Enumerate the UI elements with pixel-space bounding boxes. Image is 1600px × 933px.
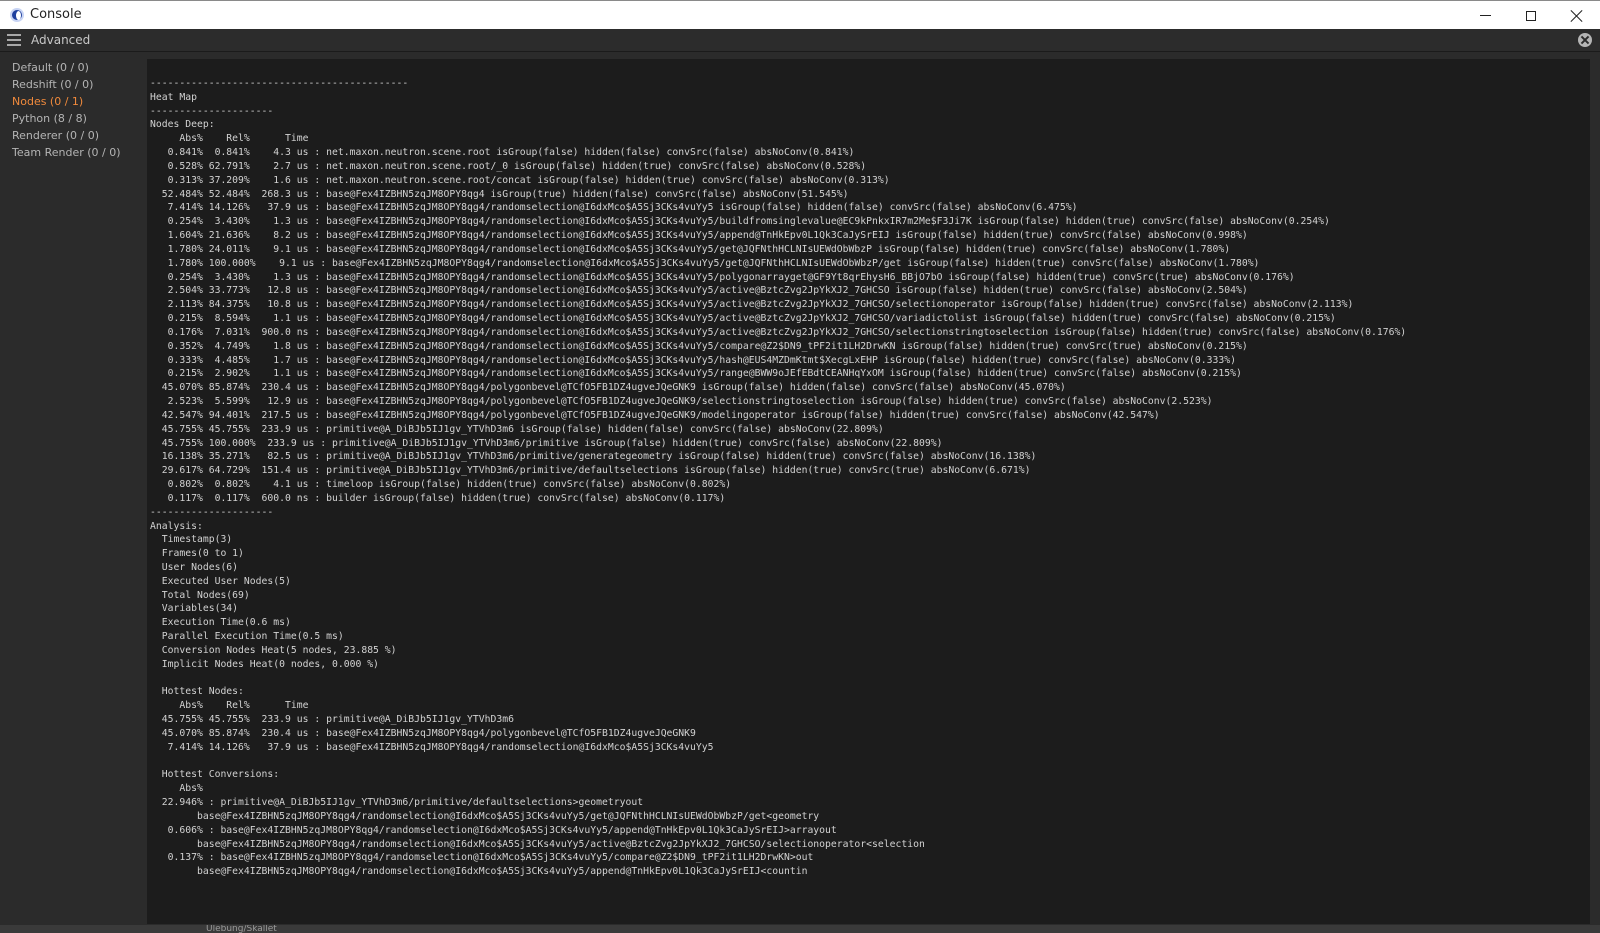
- sidebar-item-python[interactable]: Python (8 / 8): [0, 110, 146, 127]
- console-line: 7.414% 14.126% 37.9 us : base@Fex4IZBHN5…: [150, 202, 1078, 214]
- console-line: Variables(34): [150, 603, 239, 615]
- console-line: 0.254% 3.430% 1.3 us : base@Fex4IZBHN5zq…: [150, 271, 1295, 283]
- cinema4d-logo-icon: [10, 8, 24, 22]
- maximize-button[interactable]: [1508, 1, 1554, 30]
- console-line: Implicit Nodes Heat(0 nodes, 0.000 %): [150, 658, 379, 670]
- hamburger-menu-icon[interactable]: [7, 34, 21, 46]
- console-line: 45.755% 100.000% 233.9 us : primitive@A_…: [150, 437, 943, 449]
- console-line: 0.215% 8.594% 1.1 us : base@Fex4IZBHN5zq…: [150, 313, 1336, 325]
- console-line: Abs% Rel% Time: [150, 700, 309, 712]
- console-line: 2.523% 5.599% 12.9 us : base@Fex4IZBHN5z…: [150, 396, 1213, 408]
- console-line: Analysis:: [150, 520, 203, 532]
- console-line: 0.215% 2.902% 1.1 us : base@Fex4IZBHN5zq…: [150, 368, 1242, 380]
- console-line: base@Fex4IZBHN5zqJM8OPY8qg4/randomselect…: [150, 866, 808, 878]
- console-line: Abs%: [150, 783, 203, 795]
- window-title: Console: [30, 7, 82, 22]
- console-line: 0.841% 0.841% 4.3 us : net.maxon.neutron…: [150, 147, 855, 159]
- advanced-menu[interactable]: Advanced: [31, 33, 90, 47]
- close-window-button[interactable]: [1554, 1, 1600, 30]
- console-line: 29.617% 64.729% 151.4 us : primitive@A_D…: [150, 465, 1031, 477]
- console-line: 0.117% 0.117% 600.0 ns : builder isGroup…: [150, 492, 726, 504]
- console-line: 7.414% 14.126% 37.9 us : base@Fex4IZBHN5…: [150, 741, 714, 753]
- sidebar-item-default[interactable]: Default (0 / 0): [0, 59, 146, 76]
- console-line: ---------------------: [150, 506, 274, 518]
- bottom-strip: Ulebung/Skallet: [0, 925, 1600, 933]
- console-line: 1.604% 21.636% 8.2 us : base@Fex4IZBHN5z…: [150, 230, 1248, 242]
- console-line: ---------------------: [150, 105, 274, 117]
- menu-bar: Advanced: [0, 29, 1600, 52]
- console-line: Frames(0 to 1): [150, 548, 244, 560]
- close-icon: [1571, 10, 1583, 22]
- console-line: 42.547% 94.401% 217.5 us : base@Fex4IZBH…: [150, 409, 1160, 421]
- console-output-panel[interactable]: --------------------- -------------------…: [147, 59, 1590, 924]
- console-line: 22.946% : primitive@A_DiBJb5IJ1gv_YTVhD3…: [150, 797, 644, 809]
- console-line: 2.504% 33.773% 12.8 us : base@Fex4IZBHN5…: [150, 285, 1248, 297]
- console-line: 1.780% 100.000% 9.1 us : base@Fex4IZBHN5…: [150, 257, 1260, 269]
- console-line: Nodes Deep:: [150, 119, 215, 131]
- console-line: Conversion Nodes Heat(5 nodes, 23.885 %): [150, 644, 397, 656]
- console-line: 16.138% 35.271% 82.5 us : primitive@A_Di…: [150, 451, 1037, 463]
- console-line: Execution Time(0.6 ms): [150, 617, 291, 629]
- sidebar-item-redshift[interactable]: Redshift (0 / 0): [0, 76, 146, 93]
- maximize-icon: [1526, 10, 1536, 21]
- console-line: Timestamp(3): [150, 534, 233, 546]
- console-line: User Nodes(6): [150, 561, 239, 573]
- console-line: base@Fex4IZBHN5zqJM8OPY8qg4/randomselect…: [150, 810, 820, 822]
- console-line: 0.333% 4.485% 1.7 us : base@Fex4IZBHN5zq…: [150, 354, 1236, 366]
- console-line: Abs% Rel% Time: [150, 133, 309, 145]
- console-line: Hottest Conversions:: [150, 769, 280, 781]
- console-line: 45.070% 85.874% 230.4 us : base@Fex4IZBH…: [150, 727, 696, 739]
- console-line: Total Nodes(69): [150, 589, 250, 601]
- console-line: 52.484% 52.484% 268.3 us : base@Fex4IZBH…: [150, 188, 849, 200]
- console-line: 45.070% 85.874% 230.4 us : base@Fex4IZBH…: [150, 382, 1066, 394]
- console-line: 0.802% 0.802% 4.1 us : timeloop isGroup(…: [150, 479, 732, 491]
- console-line: 0.352% 4.749% 1.8 us : base@Fex4IZBHN5zq…: [150, 340, 1248, 352]
- console-line: 2.113% 84.375% 10.8 us : base@Fex4IZBHN5…: [150, 299, 1354, 311]
- console-line: 0.606% : base@Fex4IZBHN5zqJM8OPY8qg4/ran…: [150, 824, 837, 836]
- console-line: 0.313% 37.209% 1.6 us : net.maxon.neutro…: [150, 174, 890, 186]
- console-line: Hottest Nodes:: [150, 686, 244, 698]
- panel-close-icon[interactable]: [1578, 33, 1592, 47]
- console-line: Parallel Execution Time(0.5 ms): [150, 631, 344, 643]
- console-line: ----------------------------------------…: [150, 78, 409, 89]
- console-line: 0.254% 3.430% 1.3 us : base@Fex4IZBHN5zq…: [150, 216, 1330, 228]
- console-line: 0.528% 62.791% 2.7 us : net.maxon.neutro…: [150, 160, 867, 172]
- console-scrollbar[interactable]: [1592, 59, 1600, 924]
- console-line: Heat Map: [150, 91, 197, 103]
- console-line: 1.780% 24.011% 9.1 us : base@Fex4IZBHN5z…: [150, 243, 1231, 255]
- minimize-icon: [1479, 15, 1491, 16]
- console-line: base@Fex4IZBHN5zqJM8OPY8qg4/randomselect…: [150, 838, 925, 850]
- sidebar-item-renderer[interactable]: Renderer (0 / 0): [0, 127, 146, 144]
- console-line: 0.137% : base@Fex4IZBHN5zqJM8OPY8qg4/ran…: [150, 852, 814, 864]
- console-line: Executed User Nodes(5): [150, 575, 291, 587]
- console-line: 0.176% 7.031% 900.0 ns : base@Fex4IZBHN5…: [150, 326, 1407, 338]
- console-main: Default (0 / 0) Redshift (0 / 0) Nodes (0 …: [0, 52, 1600, 933]
- title-bar: Console: [0, 0, 1600, 29]
- console-output-text: --------------------- -------------------…: [150, 77, 1406, 879]
- bottom-tab-label[interactable]: Ulebung/Skallet: [206, 925, 277, 933]
- console-line: 45.755% 45.755% 233.9 us : primitive@A_D…: [150, 714, 514, 726]
- sidebar-item-nodes[interactable]: Nodes (0 / 1): [0, 93, 146, 110]
- sidebar-item-team[interactable]: Team Render (0 / 0): [0, 144, 146, 161]
- console-category-sidebar: Default (0 / 0) Redshift (0 / 0) Nodes (0 …: [0, 52, 146, 933]
- minimize-button[interactable]: [1462, 1, 1508, 30]
- console-line: 45.755% 45.755% 233.9 us : primitive@A_D…: [150, 423, 884, 435]
